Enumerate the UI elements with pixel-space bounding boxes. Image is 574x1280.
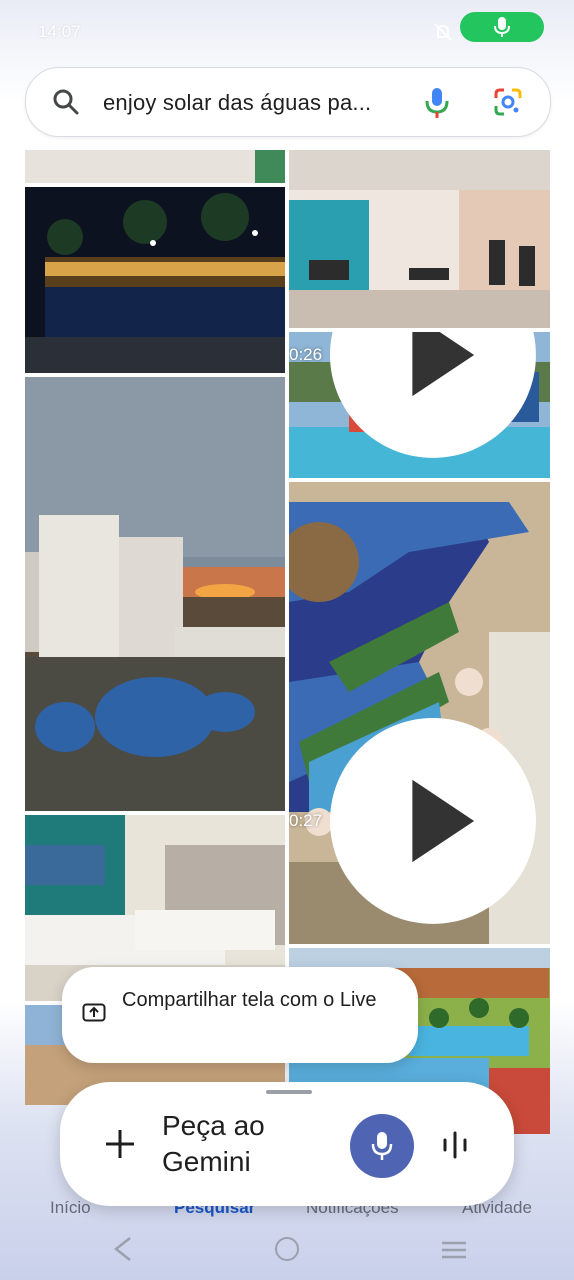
image-result-top-left-partial[interactable] (25, 150, 285, 183)
video-result-aerial-pools[interactable]: 0:27 (289, 482, 550, 944)
system-home-icon[interactable] (275, 1237, 299, 1261)
plus-icon[interactable] (104, 1128, 136, 1160)
search-icon (53, 89, 79, 115)
gemini-overlay[interactable]: Peça ao Gemini (60, 1082, 514, 1206)
duration-text: 0:26 (289, 345, 323, 365)
image-result-hotel-sunset[interactable] (25, 377, 285, 811)
video-duration: 0:26 (289, 332, 536, 458)
system-back-icon[interactable] (112, 1236, 134, 1262)
image-result-night-pool[interactable] (25, 187, 285, 373)
live-waveform-icon[interactable] (440, 1130, 470, 1160)
active-mic-indicator[interactable] (460, 12, 544, 42)
mic-icon (494, 17, 510, 37)
play-icon (330, 332, 536, 458)
screen: 14:07 enjoy solar das águas pa... 0:26 0… (0, 0, 574, 1280)
notifications-muted-icon (434, 23, 452, 41)
share-screen-live-button[interactable]: Compartilhar tela com o Live (62, 967, 418, 1063)
status-time: 14:07 (38, 22, 81, 41)
image-result-gym[interactable] (289, 150, 550, 328)
duration-text: 0:27 (289, 811, 323, 831)
share-screen-icon (82, 1003, 106, 1022)
gemini-prompt-input[interactable]: Peça ao Gemini (162, 1108, 332, 1180)
voice-search-icon[interactable] (424, 86, 450, 120)
gemini-mic-button[interactable] (350, 1114, 414, 1178)
mic-icon (371, 1132, 393, 1160)
play-icon (330, 718, 536, 924)
video-duration: 0:27 (289, 718, 536, 924)
search-bar[interactable]: enjoy solar das águas pa... (25, 67, 551, 137)
drag-handle[interactable] (266, 1090, 312, 1094)
nav-inicio[interactable]: Início (50, 1198, 91, 1218)
system-recents-icon[interactable] (440, 1240, 468, 1260)
search-query[interactable]: enjoy solar das águas pa... (103, 90, 403, 116)
video-result-waterpark[interactable]: 0:26 (289, 332, 550, 478)
google-lens-icon[interactable] (492, 86, 524, 118)
share-screen-label: Compartilhar tela com o Live (122, 989, 377, 1011)
